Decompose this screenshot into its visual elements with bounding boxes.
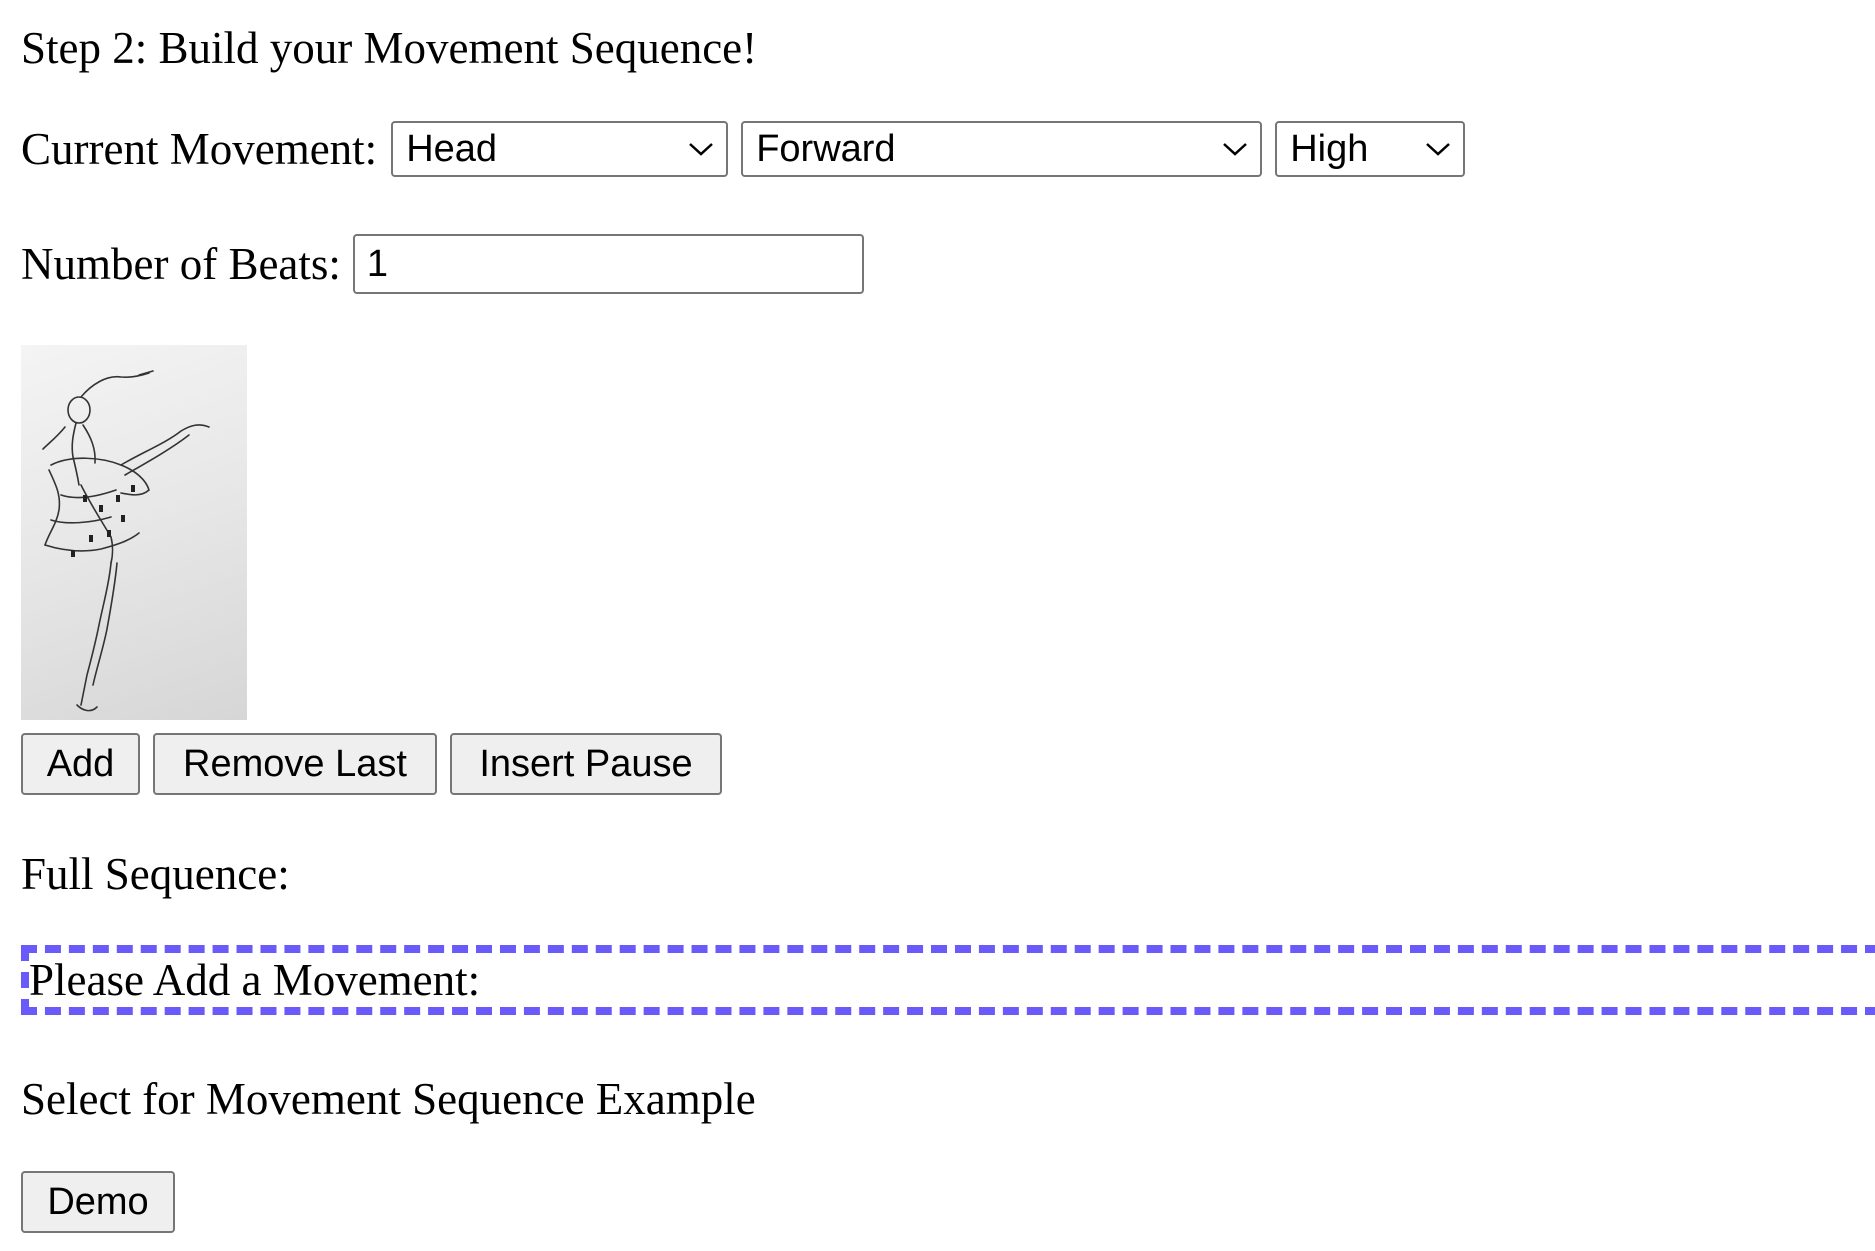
ballerina-image bbox=[21, 345, 247, 720]
number-of-beats-label: Number of Beats: bbox=[21, 239, 341, 289]
sequence-display[interactable]: Please Add a Movement: bbox=[21, 945, 1875, 1015]
sequence-controls: Add Remove Last Insert Pause bbox=[21, 733, 722, 795]
sequence-empty-text: Please Add a Movement: bbox=[29, 955, 481, 1005]
chevron-down-icon bbox=[1220, 134, 1250, 164]
current-movement-label: Current Movement: bbox=[21, 124, 378, 174]
step-title: Step 2: Build your Movement Sequence! bbox=[21, 23, 758, 73]
body-part-value: Head bbox=[406, 127, 498, 170]
level-value: High bbox=[1290, 127, 1369, 170]
beats-row: Number of Beats: 1 bbox=[21, 234, 864, 294]
beats-value: 1 bbox=[366, 242, 389, 285]
direction-value: Forward bbox=[756, 127, 896, 170]
chevron-down-icon bbox=[1423, 134, 1453, 164]
full-sequence-label: Full Sequence: bbox=[21, 849, 290, 899]
body-part-select[interactable]: Head bbox=[391, 121, 729, 177]
ballerina-sketch-icon bbox=[42, 370, 210, 712]
demo-button[interactable]: Demo bbox=[21, 1171, 175, 1233]
beats-input[interactable]: 1 bbox=[352, 234, 864, 294]
example-label: Select for Movement Sequence Example bbox=[21, 1074, 756, 1124]
direction-select[interactable]: Forward bbox=[741, 121, 1263, 177]
movement-row: Current Movement: Head Forward High bbox=[21, 121, 1478, 177]
chevron-down-icon bbox=[686, 134, 716, 164]
insert-pause-button[interactable]: Insert Pause bbox=[450, 733, 722, 795]
add-button[interactable]: Add bbox=[21, 733, 140, 795]
remove-last-button[interactable]: Remove Last bbox=[153, 733, 437, 795]
level-select[interactable]: High bbox=[1275, 121, 1466, 177]
